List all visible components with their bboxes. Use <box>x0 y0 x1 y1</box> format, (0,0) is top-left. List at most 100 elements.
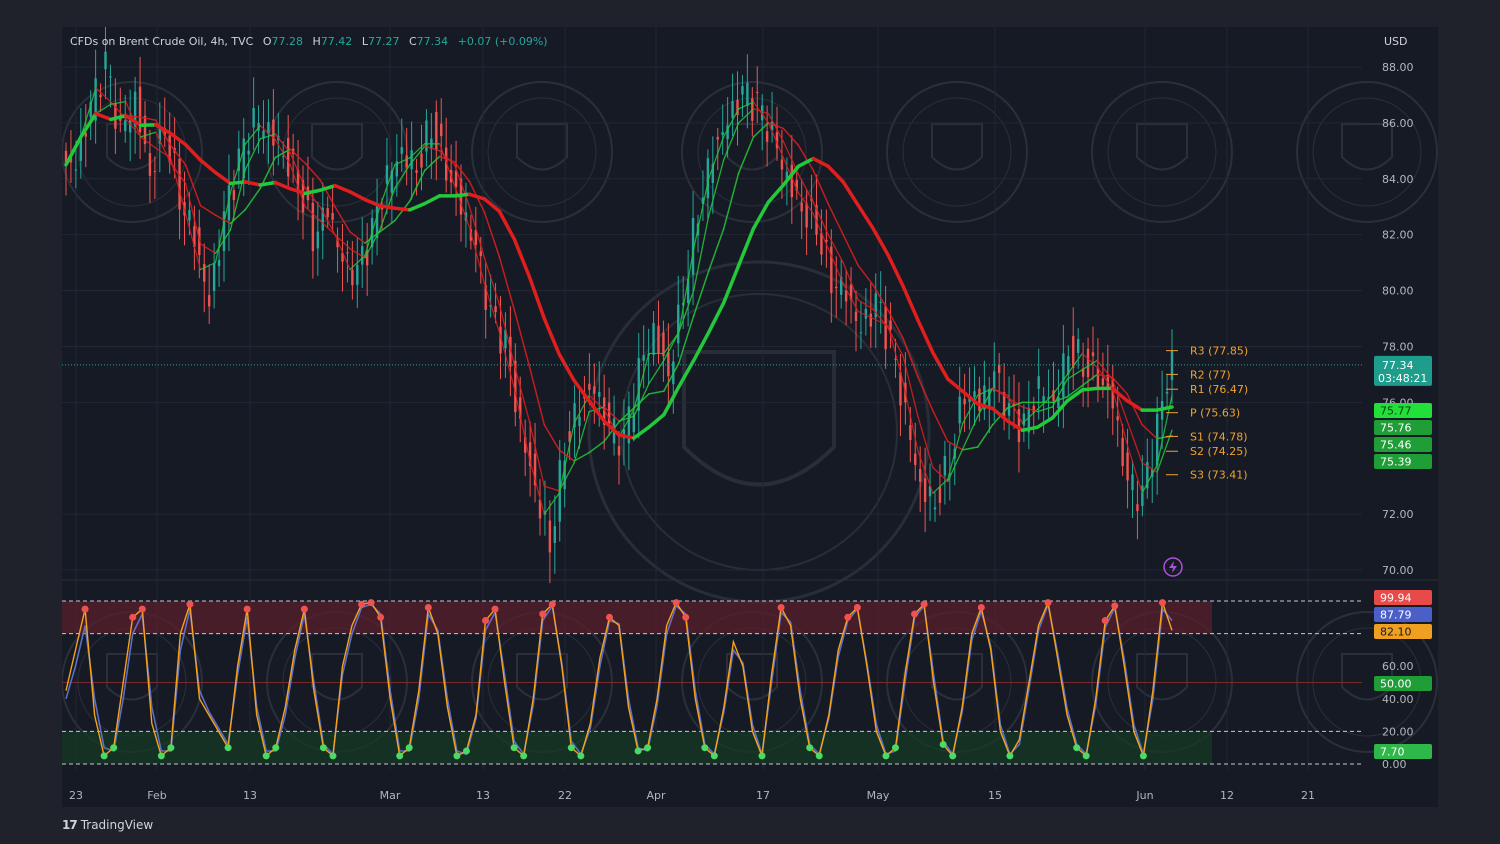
time-tick-label: 12 <box>1220 789 1234 802</box>
ma-segment <box>588 440 605 454</box>
ma-segment <box>677 358 696 389</box>
stoch-dot-overbought <box>81 605 89 613</box>
candle-body <box>997 365 1001 373</box>
ma-segment <box>708 159 725 217</box>
ma-segment <box>886 253 905 288</box>
stoch-dot-overbought <box>424 604 432 612</box>
candle-body <box>958 396 961 424</box>
stoch-dot-overbought <box>491 605 499 613</box>
candle-body <box>869 313 873 327</box>
ma-segment <box>856 203 875 231</box>
candle-body <box>316 231 320 249</box>
candle-body <box>593 386 596 394</box>
stoch-dot-overbought <box>548 600 556 608</box>
ma-segment <box>693 178 710 250</box>
tradingview-brand[interactable]: 17 TradingView <box>62 818 153 832</box>
ma-segment <box>916 318 935 355</box>
stoch-dot-oversold <box>100 752 108 760</box>
ma-segment <box>1021 406 1039 413</box>
ma-segment <box>557 352 576 383</box>
candle-body <box>153 171 157 173</box>
ma-segment <box>528 457 545 515</box>
candle-body <box>835 286 838 289</box>
candle-body <box>415 170 418 173</box>
candle-body <box>909 425 912 440</box>
pivot-label-r2: R2 (77) <box>1190 368 1231 381</box>
ma-segment <box>468 227 486 285</box>
candle-body <box>652 322 655 355</box>
candle-body <box>385 165 389 184</box>
ma-segment <box>258 180 277 187</box>
stoch-dot-oversold <box>462 747 470 755</box>
candle-body <box>765 131 769 142</box>
candle-body <box>1141 485 1144 507</box>
ma-segment <box>214 192 232 264</box>
ma-segment <box>498 331 515 389</box>
ma-segment <box>708 136 725 180</box>
ma-segment <box>737 136 755 174</box>
stoch-dot-oversold <box>939 740 947 748</box>
ma-segment <box>1141 462 1158 473</box>
candle-body <box>410 150 413 170</box>
stoch-dot-overbought <box>777 604 785 612</box>
candle-body <box>420 153 423 168</box>
stoch-dot-overbought <box>243 605 251 613</box>
candle-body <box>178 158 181 210</box>
ma-segment <box>183 142 203 162</box>
ma-badge: 75.39 <box>1380 456 1412 469</box>
candle-body <box>884 305 887 350</box>
stoch-dot-oversold <box>634 747 642 755</box>
stoch-dot-overbought <box>853 604 861 612</box>
price-tick-label: 80.00 <box>1382 285 1414 298</box>
ma-segment <box>243 180 263 187</box>
stoch-dot-overbought <box>367 599 375 607</box>
ma-segment <box>378 204 397 211</box>
ma-segment <box>528 365 546 426</box>
price-tick-label: 72.00 <box>1382 508 1414 521</box>
ma-segment <box>976 423 994 448</box>
current-price-badge: 77.34 <box>1382 359 1414 372</box>
low-value: 77.27 <box>368 35 400 48</box>
lightning-icon[interactable] <box>1163 557 1183 577</box>
ma-segment <box>498 256 516 311</box>
ma-segment <box>1020 425 1040 433</box>
ma-segment <box>513 387 530 459</box>
ma-segment <box>452 192 472 198</box>
ma-badge: 75.76 <box>1380 422 1412 435</box>
candle-body <box>346 252 349 254</box>
ma-segment <box>79 111 98 139</box>
chart-frame[interactable]: R3 (77.85) R2 (77) R1 (76.47) P (75.63) S1 (… <box>62 27 1438 807</box>
time-tick-label: Feb <box>147 789 166 802</box>
watermark-logo <box>886 81 1028 223</box>
stoch-dot-overbought <box>1101 617 1109 625</box>
stoch-dot-oversold <box>329 752 337 760</box>
ma-segment <box>946 377 965 394</box>
open-value: 77.28 <box>272 35 304 48</box>
candle-body <box>889 320 892 330</box>
tradingview-logo-icon: 17 <box>62 818 78 832</box>
pivot-label-s2: S2 (74.25) <box>1190 445 1248 458</box>
ma-segment <box>213 170 233 186</box>
time-axis[interactable]: 23 Feb 13 Mar 13 22 Apr 17 May 15 Jun 12 21 <box>69 789 1315 802</box>
ma-segment <box>543 492 560 515</box>
candle-body <box>247 150 250 155</box>
ma-segment <box>140 136 157 149</box>
ma-segment <box>513 364 530 422</box>
time-tick-label: 23 <box>69 789 83 802</box>
price-tick-label: 88.00 <box>1382 61 1414 74</box>
candle-body <box>479 251 482 257</box>
candle-body <box>124 120 127 132</box>
candle-body <box>879 301 882 303</box>
stoch-dot-overbought <box>482 617 490 625</box>
ma-segment <box>512 237 532 279</box>
candle-body <box>598 391 601 397</box>
ma-segment <box>917 376 934 412</box>
stoch-dot-overbought <box>377 613 385 621</box>
ma-segment <box>1141 423 1158 440</box>
candle-body <box>232 190 236 201</box>
chart-canvas[interactable]: R3 (77.85) R2 (77) R1 (76.47) P (75.63) S1 (… <box>62 27 1438 807</box>
candle-body <box>1126 452 1129 481</box>
candle-body <box>1037 376 1040 389</box>
candle-body <box>1062 353 1065 398</box>
stoch-dot-overbought <box>539 610 547 618</box>
